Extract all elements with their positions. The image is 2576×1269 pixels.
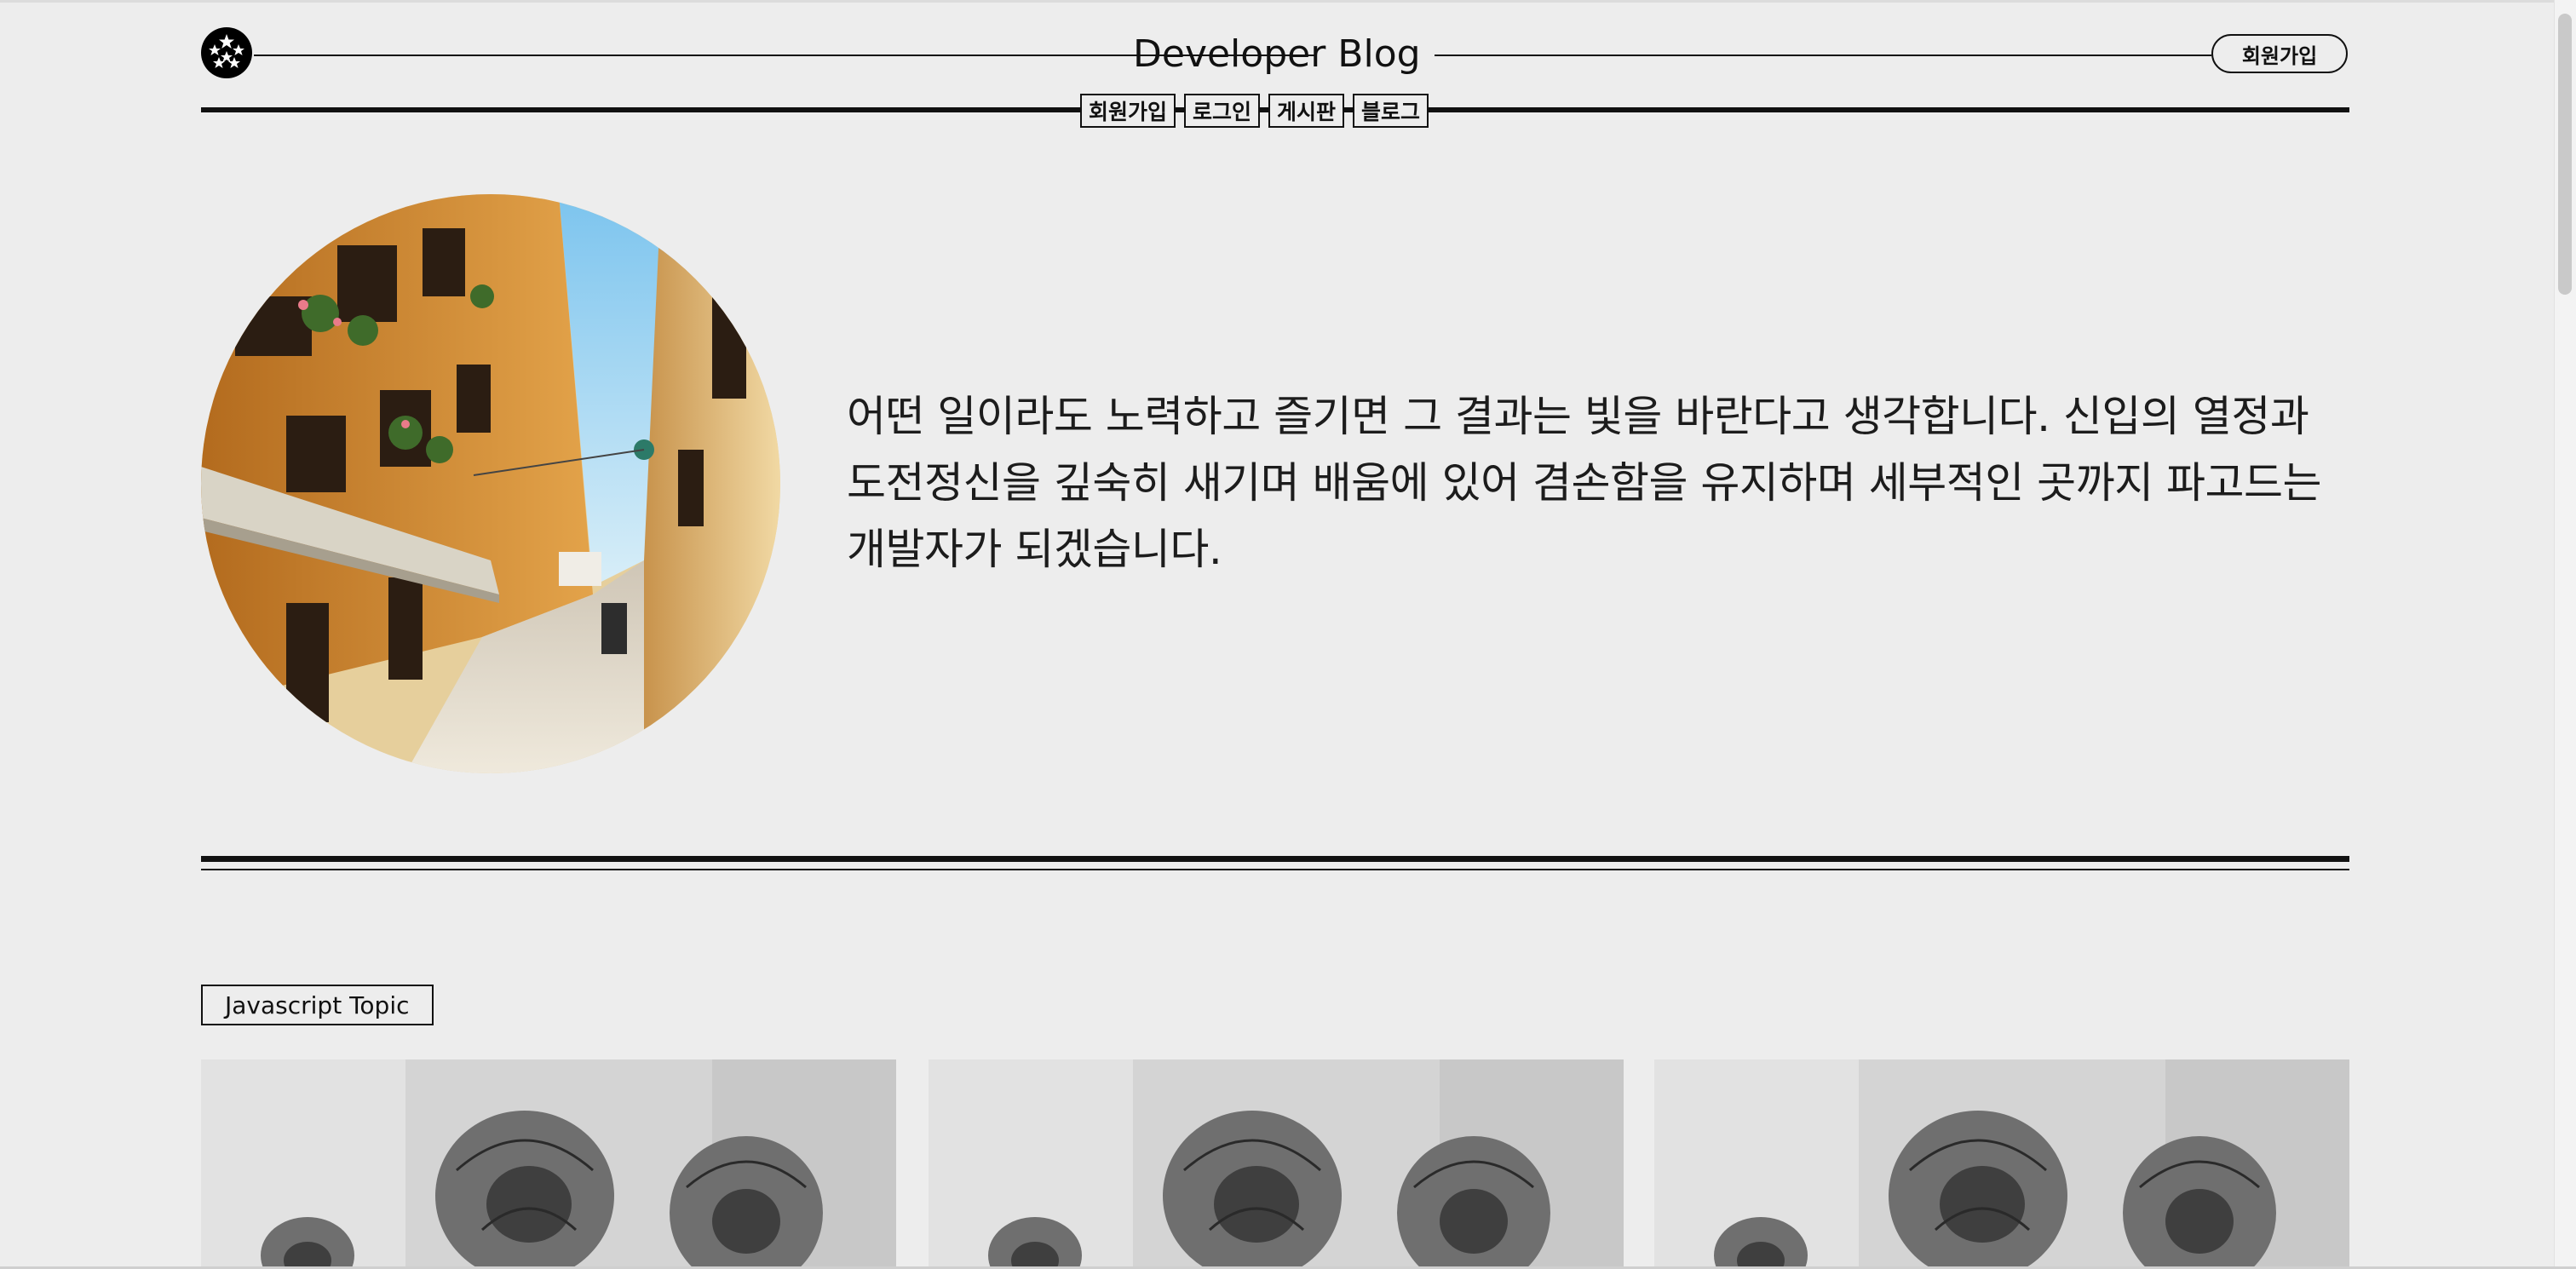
- nav-item-blog[interactable]: 블로그: [1353, 94, 1429, 128]
- window-top-border: [0, 0, 2576, 3]
- stars-logo-icon[interactable]: [201, 27, 252, 78]
- stars-logo-graphic: [204, 30, 250, 76]
- nav-item-board[interactable]: 게시판: [1268, 94, 1345, 128]
- alley-street-photo: [201, 194, 780, 773]
- topic-card-1[interactable]: [201, 1059, 896, 1269]
- topic-card-3[interactable]: [1654, 1059, 2349, 1269]
- topic-tag-javascript[interactable]: Javascript Topic: [201, 985, 434, 1025]
- site-title: Developer Blog: [1133, 32, 1421, 76]
- roses-grayscale-photo: [1654, 1059, 2349, 1269]
- nav-item-login[interactable]: 로그인: [1184, 94, 1261, 128]
- nav-item-signup[interactable]: 회원가입: [1080, 94, 1176, 128]
- header-rule-right: [1435, 55, 2211, 56]
- scrollbar-thumb[interactable]: [2558, 14, 2572, 295]
- topic-card-2[interactable]: [929, 1059, 1624, 1269]
- hero-intro-text: 어떤 일이라도 노력하고 즐기면 그 결과는 빛을 바란다고 생각합니다. 신입…: [847, 392, 2322, 574]
- roses-grayscale-photo: [201, 1059, 896, 1269]
- signup-button[interactable]: 회원가입: [2211, 34, 2348, 73]
- main-nav: 회원가입 로그인 게시판 블로그: [1080, 94, 1429, 128]
- section-divider-thin: [201, 869, 2349, 870]
- vertical-scrollbar[interactable]: [2554, 0, 2576, 1269]
- hero-photo: [201, 194, 780, 773]
- roses-grayscale-photo: [929, 1059, 1624, 1269]
- section-divider-thick: [201, 856, 2349, 862]
